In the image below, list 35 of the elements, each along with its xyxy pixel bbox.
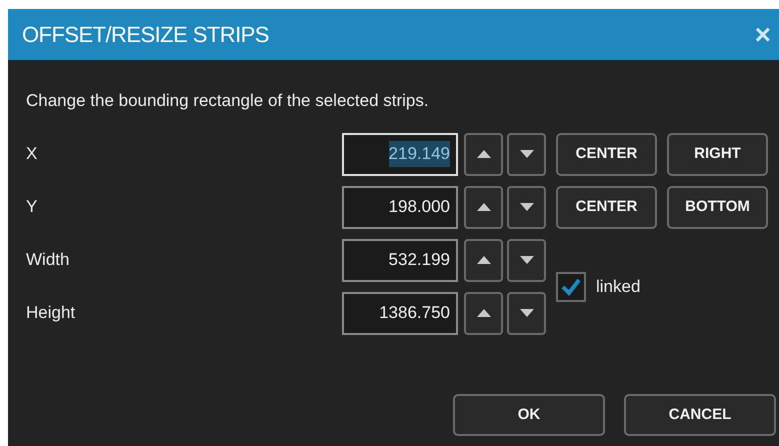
decrement-button[interactable] xyxy=(507,238,546,282)
align-button[interactable]: BOTTOM xyxy=(667,186,768,228)
increment-button[interactable] xyxy=(464,292,503,334)
increment-button[interactable] xyxy=(464,238,503,282)
align-button[interactable]: RIGHT xyxy=(667,132,768,176)
field-label: X xyxy=(25,143,38,166)
number-field[interactable]: 198.000 xyxy=(342,186,458,228)
field-label: Y xyxy=(25,196,38,218)
cancel-button[interactable]: CANCEL xyxy=(624,394,776,436)
up-triangle-icon xyxy=(476,309,490,317)
linked-label: linked xyxy=(596,276,640,298)
description: Change the bounding rectangle of the selected strips. xyxy=(26,90,430,112)
window-title: OFFSET/RESIZE STRIPS xyxy=(22,21,269,49)
down-triangle-icon xyxy=(520,256,534,264)
align-button[interactable]: CENTER xyxy=(556,186,657,228)
increment-button[interactable] xyxy=(464,132,503,176)
decrement-button[interactable] xyxy=(507,186,546,228)
up-triangle-icon xyxy=(476,203,490,211)
up-triangle-icon xyxy=(476,150,490,158)
number-field[interactable]: 219.149 xyxy=(342,132,458,176)
increment-button[interactable] xyxy=(464,186,503,228)
linked-checkbox[interactable] xyxy=(556,272,586,302)
down-triangle-icon xyxy=(520,203,534,211)
decrement-button[interactable] xyxy=(507,132,546,176)
down-triangle-icon xyxy=(520,150,534,158)
number-field[interactable]: 532.199 xyxy=(342,238,458,282)
down-triangle-icon xyxy=(520,309,534,317)
decrement-button[interactable] xyxy=(507,292,546,334)
up-triangle-icon xyxy=(476,256,490,264)
align-button[interactable]: CENTER xyxy=(556,132,657,176)
field-label: Height xyxy=(25,302,76,324)
field-label: Width xyxy=(25,249,70,272)
number-field[interactable]: 1386.750 xyxy=(342,292,458,334)
checkmark-icon xyxy=(561,278,581,296)
ok-button[interactable]: OK xyxy=(453,394,605,436)
